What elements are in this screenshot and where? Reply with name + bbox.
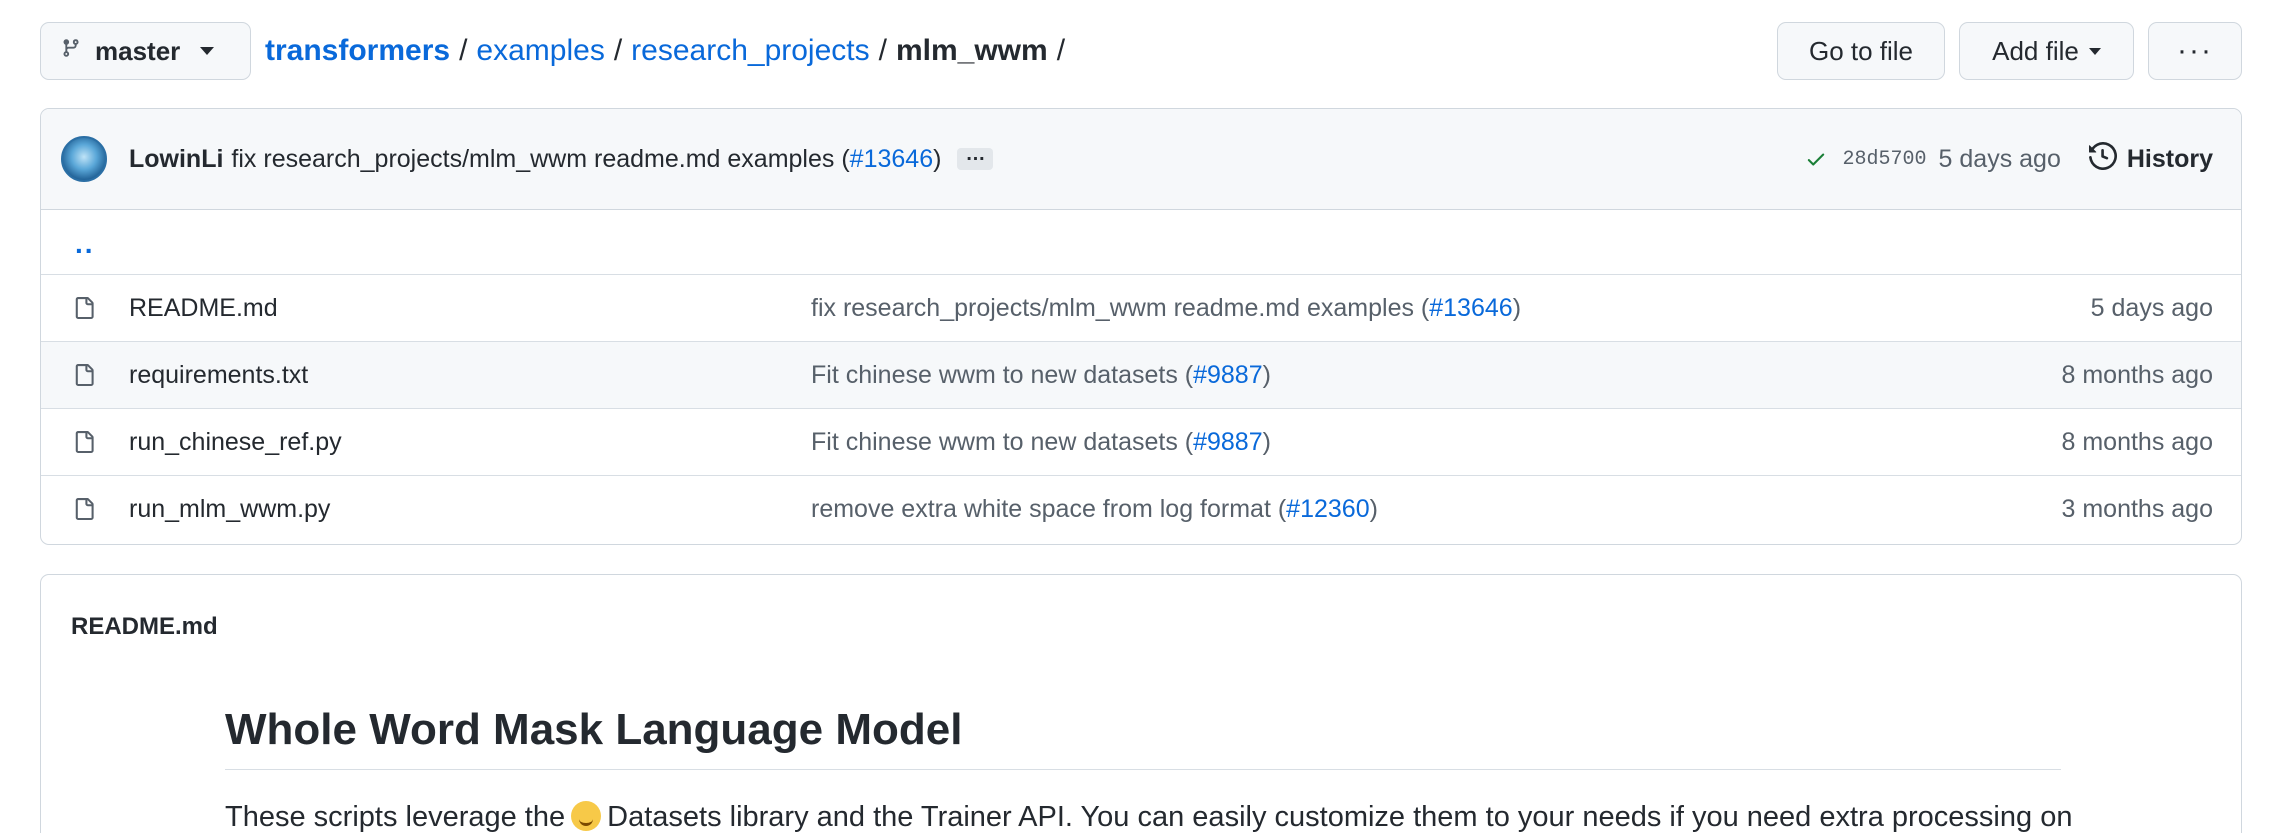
- add-file-button[interactable]: Add file: [1959, 22, 2134, 80]
- chevron-down-icon: [200, 47, 215, 55]
- history-icon: [2088, 141, 2117, 177]
- table-row: run_mlm_wwm.py remove extra white space …: [41, 476, 2241, 543]
- commit-age: 5 days ago: [1938, 144, 2061, 173]
- hugging-face-emoji-icon: [571, 801, 602, 831]
- chevron-down-icon: [2088, 47, 2101, 55]
- file-commit-message-text[interactable]: fix research_projects/mlm_wwm readme.md …: [811, 294, 1429, 322]
- commit-message-text[interactable]: fix research_projects/mlm_wwm readme.md …: [231, 145, 849, 173]
- file-name-link[interactable]: README.md: [129, 294, 278, 323]
- file-icon: [73, 429, 95, 462]
- commit-author[interactable]: LowinLi: [129, 145, 223, 174]
- expand-commit-button[interactable]: …: [957, 144, 994, 170]
- file-commit-message-text[interactable]: remove extra white space from log format…: [811, 495, 1286, 523]
- file-name-link[interactable]: requirements.txt: [129, 361, 308, 390]
- commit-message[interactable]: fix research_projects/mlm_wwm readme.md …: [231, 145, 941, 174]
- file-commit-age: 8 months ago: [2061, 427, 2214, 456]
- file-commit-pr-link[interactable]: #12360: [1286, 495, 1369, 523]
- repo-toolbar: master transformers / examples / researc…: [40, 22, 2242, 80]
- file-commit-message[interactable]: Fit chinese wwm to new datasets (#9887): [811, 428, 1271, 457]
- file-icon: [73, 362, 95, 395]
- more-options-button[interactable]: ···: [2148, 22, 2242, 80]
- check-icon[interactable]: [1805, 148, 1827, 170]
- table-row: run_chinese_ref.py Fit chinese wwm to ne…: [41, 409, 2241, 476]
- branch-selector-button[interactable]: master: [40, 22, 251, 80]
- file-commit-message-suffix: ): [1369, 495, 1378, 523]
- breadcrumb-research-projects-link[interactable]: research_projects: [631, 34, 869, 68]
- table-row: README.md fix research_projects/mlm_wwm …: [41, 275, 2241, 342]
- breadcrumb-separator: /: [1056, 34, 1066, 67]
- readme-filename[interactable]: README.md: [71, 613, 218, 641]
- file-commit-message-text[interactable]: Fit chinese wwm to new datasets (: [811, 428, 1193, 456]
- file-commit-message[interactable]: remove extra white space from log format…: [811, 495, 1378, 524]
- file-commit-age: 5 days ago: [2090, 293, 2213, 322]
- commit-sha-link[interactable]: 28d5700: [1843, 148, 1927, 171]
- breadcrumb: transformers / examples / research_proje…: [265, 22, 1074, 80]
- file-commit-message-suffix: ): [1262, 427, 1271, 456]
- commit-meta: 28d5700 5 days ago History: [1805, 109, 2213, 209]
- latest-commit-bar: LowinLi fix research_projects/mlm_wwm re…: [41, 109, 2241, 210]
- parent-directory-link[interactable]: ..: [75, 228, 95, 260]
- avatar[interactable]: [61, 136, 107, 182]
- readme-paragraph: These scripts leverage the Datasets libra…: [225, 801, 2072, 833]
- readme-panel: README.md Whole Word Mask Language Model…: [40, 574, 2242, 833]
- file-commit-message[interactable]: fix research_projects/mlm_wwm readme.md …: [811, 294, 1521, 323]
- readme-paragraph-end: Datasets library and the Trainer API. Yo…: [607, 801, 2073, 833]
- file-icon: [73, 295, 95, 328]
- go-to-file-label: Go to file: [1808, 35, 1914, 66]
- file-commit-age: 8 months ago: [2061, 360, 2214, 389]
- commit-pr-link[interactable]: #13646: [850, 145, 933, 173]
- breadcrumb-separator: /: [878, 34, 887, 67]
- file-commit-message-suffix: ): [1262, 360, 1271, 389]
- breadcrumb-current: mlm_wwm: [895, 34, 1048, 67]
- history-label: History: [2126, 144, 2213, 173]
- file-commit-pr-link[interactable]: #9887: [1193, 361, 1263, 389]
- readme-paragraph-start: These scripts leverage the: [225, 801, 566, 833]
- file-commit-pr-link[interactable]: #9887: [1193, 428, 1263, 456]
- file-commit-age: 3 months ago: [2061, 495, 2214, 523]
- breadcrumb-examples-link[interactable]: examples: [476, 34, 604, 68]
- history-link[interactable]: History: [2088, 141, 2213, 177]
- breadcrumb-separator: /: [459, 34, 468, 67]
- readme-heading: Whole Word Mask Language Model: [225, 705, 2061, 770]
- file-commit-pr-link[interactable]: #13646: [1429, 294, 1512, 322]
- file-commit-message-suffix: ): [1512, 293, 1522, 322]
- parent-directory-row[interactable]: ..: [41, 210, 2241, 275]
- add-file-label: Add file: [1992, 35, 2079, 66]
- file-commit-message[interactable]: Fit chinese wwm to new datasets (#9887): [811, 361, 1271, 390]
- file-commit-message-text[interactable]: Fit chinese wwm to new datasets (: [811, 361, 1193, 389]
- file-listing: LowinLi fix research_projects/mlm_wwm re…: [40, 108, 2242, 545]
- file-icon: [73, 496, 95, 529]
- table-row: requirements.txt Fit chinese wwm to new …: [41, 342, 2241, 409]
- breadcrumb-repo-link[interactable]: transformers: [265, 34, 450, 68]
- commit-message-suffix: ): [933, 144, 942, 173]
- git-branch-icon: [61, 36, 81, 67]
- kebab-horizontal-icon: ···: [2177, 34, 2213, 67]
- breadcrumb-separator: /: [613, 34, 623, 67]
- go-to-file-button[interactable]: Go to file: [1777, 22, 1945, 80]
- file-name-link[interactable]: run_mlm_wwm.py: [129, 495, 330, 524]
- file-name-link[interactable]: run_chinese_ref.py: [129, 428, 342, 457]
- branch-name: master: [95, 35, 181, 66]
